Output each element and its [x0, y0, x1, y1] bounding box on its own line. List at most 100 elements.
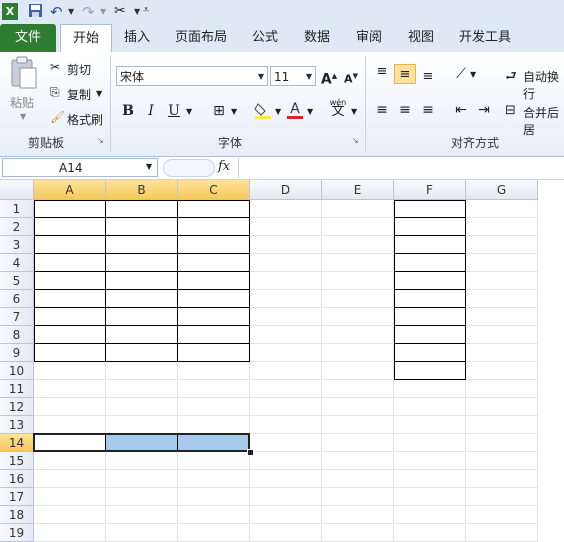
cell-g12[interactable] [466, 398, 538, 416]
cell-b12[interactable] [106, 398, 178, 416]
increase-font-icon[interactable]: A▲ [318, 66, 340, 88]
fill-handle[interactable] [247, 449, 254, 456]
cell-f19[interactable] [394, 524, 466, 542]
copy-dropdown-icon[interactable]: ▼ [96, 89, 102, 98]
cell-c5[interactable] [178, 272, 250, 290]
cell-a6[interactable] [34, 290, 106, 308]
cell-f4[interactable] [394, 254, 466, 272]
cell-d16[interactable] [250, 470, 322, 488]
cell-f1[interactable] [394, 200, 466, 218]
cell-d15[interactable] [250, 452, 322, 470]
cell-b6[interactable] [106, 290, 178, 308]
align-bottom-icon[interactable]: ≡ [417, 66, 439, 86]
cell-f3[interactable] [394, 236, 466, 254]
cell-c6[interactable] [178, 290, 250, 308]
format-painter-button[interactable]: 格式刷 [67, 111, 103, 128]
customize-toolbar-icon[interactable]: ⩡ [143, 3, 149, 20]
cell-b13[interactable] [106, 416, 178, 434]
align-middle-icon[interactable]: ≡ [394, 64, 416, 84]
align-right-icon[interactable]: ≡ [417, 100, 439, 120]
cell-d5[interactable] [250, 272, 322, 290]
cell-b16[interactable] [106, 470, 178, 488]
tab-file[interactable]: 文件 [0, 24, 56, 52]
row-header-17[interactable]: 17 [0, 488, 34, 506]
cell-d3[interactable] [250, 236, 322, 254]
column-header-e[interactable]: E [322, 180, 394, 200]
undo-dropdown-icon[interactable]: ▼ [68, 7, 74, 24]
cell-e3[interactable] [322, 236, 394, 254]
align-left-icon[interactable]: ≡ [371, 100, 393, 120]
cell-g13[interactable] [466, 416, 538, 434]
cell-a4[interactable] [34, 254, 106, 272]
undo-icon[interactable]: ↶ [50, 3, 64, 21]
cell-e9[interactable] [322, 344, 394, 362]
cell-c16[interactable] [178, 470, 250, 488]
cell-a17[interactable] [34, 488, 106, 506]
format-painter-icon[interactable]: 🖌 [50, 110, 65, 124]
tab-review[interactable]: 审阅 [348, 24, 390, 52]
merge-center-icon[interactable]: ⊟ [505, 103, 516, 118]
align-top-icon[interactable]: ≡ [371, 64, 393, 84]
cell-e2[interactable] [322, 218, 394, 236]
cell-f11[interactable] [394, 380, 466, 398]
tab-home[interactable]: 开始 [60, 24, 112, 54]
cell-c15[interactable] [178, 452, 250, 470]
column-header-b[interactable]: B [106, 180, 178, 200]
cell-c4[interactable] [178, 254, 250, 272]
cell-c1[interactable] [178, 200, 250, 218]
fill-color-dropdown-icon[interactable]: ▼ [275, 107, 281, 116]
cell-e6[interactable] [322, 290, 394, 308]
cell-e5[interactable] [322, 272, 394, 290]
font-size-select[interactable]: 11 ▼ [270, 66, 316, 86]
cell-g18[interactable] [466, 506, 538, 524]
cell-e18[interactable] [322, 506, 394, 524]
cell-d4[interactable] [250, 254, 322, 272]
font-color-icon[interactable]: A [284, 99, 306, 119]
cell-d9[interactable] [250, 344, 322, 362]
cell-e7[interactable] [322, 308, 394, 326]
fill-color-icon[interactable] [252, 100, 274, 120]
cell-f6[interactable] [394, 290, 466, 308]
row-header-19[interactable]: 19 [0, 524, 34, 542]
column-header-d[interactable]: D [250, 180, 322, 200]
cell-a9[interactable] [34, 344, 106, 362]
cell-g8[interactable] [466, 326, 538, 344]
cell-c19[interactable] [178, 524, 250, 542]
cell-c13[interactable] [178, 416, 250, 434]
cell-f16[interactable] [394, 470, 466, 488]
cell-g5[interactable] [466, 272, 538, 290]
cell-f18[interactable] [394, 506, 466, 524]
decrease-font-icon[interactable]: A▼ [340, 66, 362, 86]
cell-a13[interactable] [34, 416, 106, 434]
cell-a5[interactable] [34, 272, 106, 290]
row-header-10[interactable]: 10 [0, 362, 34, 380]
cell-g16[interactable] [466, 470, 538, 488]
cell-a3[interactable] [34, 236, 106, 254]
tab-insert[interactable]: 插入 [116, 24, 158, 52]
align-center-icon[interactable]: ≡ [394, 100, 416, 120]
cell-c8[interactable] [178, 326, 250, 344]
cell-f10[interactable] [394, 362, 466, 380]
paste-button[interactable]: 粘贴 [10, 94, 34, 111]
name-box-dropdown-icon[interactable]: ▼ [146, 162, 152, 171]
cell-g4[interactable] [466, 254, 538, 272]
row-header-13[interactable]: 13 [0, 416, 34, 434]
cell-b2[interactable] [106, 218, 178, 236]
cell-f5[interactable] [394, 272, 466, 290]
tools-icon[interactable]: ✂ [114, 3, 132, 20]
cell-g2[interactable] [466, 218, 538, 236]
borders-dropdown-icon[interactable]: ▼ [231, 107, 237, 116]
cell-f15[interactable] [394, 452, 466, 470]
cell-c9[interactable] [178, 344, 250, 362]
insert-function-button[interactable]: fx [218, 159, 230, 174]
phonetic-icon[interactable]: wén 文 [328, 98, 348, 118]
cell-e11[interactable] [322, 380, 394, 398]
formula-input[interactable] [238, 158, 564, 178]
underline-button[interactable]: U [163, 101, 185, 121]
cell-b7[interactable] [106, 308, 178, 326]
cell-a15[interactable] [34, 452, 106, 470]
copy-icon[interactable]: ⎘ [50, 85, 60, 100]
cell-g6[interactable] [466, 290, 538, 308]
wrap-text-icon[interactable]: ⮐ [505, 67, 517, 89]
phonetic-dropdown-icon[interactable]: ▼ [351, 107, 357, 116]
